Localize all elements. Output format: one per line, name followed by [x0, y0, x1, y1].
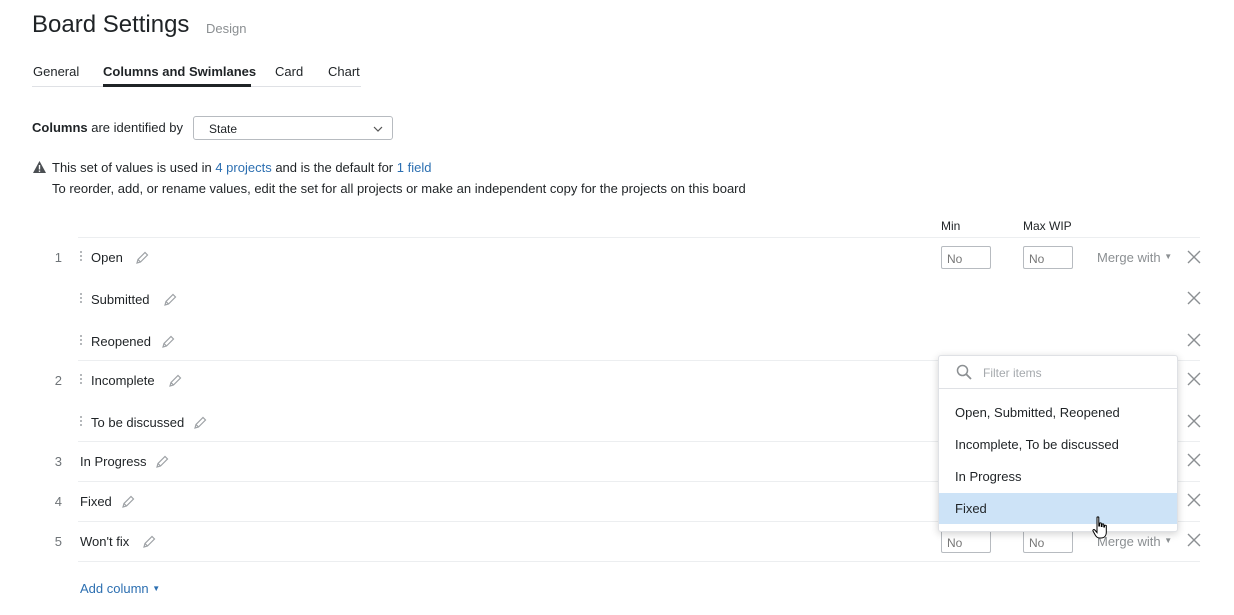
shared-values-notice: This set of values is used in 4 projects…: [52, 160, 431, 175]
column-field-select[interactable]: State: [193, 116, 393, 140]
field-link[interactable]: 1 field: [397, 160, 432, 175]
min-input[interactable]: [941, 246, 991, 269]
value-label: To be discussed: [91, 415, 185, 430]
close-icon[interactable]: [1187, 372, 1201, 386]
tab-general[interactable]: General: [33, 64, 79, 79]
notice-text-1: This set of values is used in: [52, 160, 212, 175]
drag-handle-icon[interactable]: [80, 335, 83, 347]
settings-tabs: General Columns and Swimlanes Card Chart: [32, 64, 361, 87]
pencil-icon[interactable]: [142, 535, 156, 549]
caret-down-icon: ▼: [1164, 536, 1173, 545]
merge-option[interactable]: Open, Submitted, Reopened: [939, 397, 1177, 428]
value-label: Submitted: [91, 292, 150, 307]
pencil-icon[interactable]: [155, 455, 169, 469]
chevron-down-icon: [373, 126, 383, 132]
drag-handle-icon[interactable]: [80, 374, 83, 386]
close-icon[interactable]: [1187, 533, 1201, 547]
column-number: 2: [54, 373, 62, 388]
pencil-icon[interactable]: [121, 495, 135, 509]
merge-with-dropdown: Open, Submitted, Reopened Incomplete, To…: [938, 355, 1178, 532]
column-field-value: State: [209, 122, 238, 136]
column-number: 3: [54, 454, 62, 469]
drag-handle-icon[interactable]: [80, 416, 83, 428]
notice-instructions: To reorder, add, or rename values, edit …: [52, 181, 746, 196]
value-label: In Progress: [80, 454, 147, 469]
columns-label-bold: Columns: [32, 120, 88, 135]
hand-cursor-icon: [1092, 516, 1107, 539]
filter-items-input[interactable]: [983, 364, 1163, 382]
pencil-icon[interactable]: [168, 374, 182, 388]
projects-link[interactable]: 4 projects: [215, 160, 271, 175]
close-icon[interactable]: [1187, 414, 1201, 428]
column-number: 1: [54, 250, 62, 265]
merge-with-label: Merge with: [1097, 250, 1161, 265]
close-icon[interactable]: [1187, 333, 1201, 347]
tab-card[interactable]: Card: [275, 64, 303, 79]
value-label: Won't fix: [80, 534, 130, 549]
min-header: Min: [941, 219, 961, 233]
merge-option[interactable]: Incomplete, To be discussed: [939, 429, 1177, 460]
column-number: 4: [54, 494, 62, 509]
columns-identified-by-label: Columns are identified by: [32, 120, 183, 135]
tab-chart[interactable]: Chart: [328, 64, 360, 79]
pencil-icon[interactable]: [161, 335, 175, 349]
close-icon[interactable]: [1187, 493, 1201, 507]
drag-handle-icon[interactable]: [80, 251, 83, 263]
merge-option-hovered[interactable]: Fixed: [939, 493, 1177, 524]
warning-icon: [33, 161, 46, 173]
add-column-label: Add column: [80, 581, 149, 596]
caret-down-icon: ▼: [152, 584, 161, 593]
active-tab-indicator: [103, 84, 251, 87]
caret-down-icon: ▼: [1164, 252, 1173, 261]
identified-by-text: are identified by: [91, 120, 184, 135]
row-divider: [78, 237, 1200, 238]
pencil-icon[interactable]: [135, 251, 149, 265]
notice-text-2: and is the default for: [275, 160, 394, 175]
value-label: Reopened: [91, 334, 151, 349]
max-wip-header: Max WIP: [1023, 219, 1072, 233]
merge-option[interactable]: In Progress: [939, 461, 1177, 492]
filter-search-box: [939, 356, 1177, 389]
search-icon: [956, 364, 972, 380]
page-title: Board Settings: [32, 11, 190, 38]
value-label: Incomplete: [91, 373, 155, 388]
row-divider: [78, 561, 1200, 562]
tab-columns-and-swimlanes[interactable]: Columns and Swimlanes: [103, 64, 256, 79]
pencil-icon[interactable]: [163, 293, 177, 307]
close-icon[interactable]: [1187, 453, 1201, 467]
close-icon[interactable]: [1187, 291, 1201, 305]
merge-with-button[interactable]: Merge with ▼: [1097, 250, 1172, 265]
value-label: Open: [91, 250, 123, 265]
max-wip-input[interactable]: [1023, 530, 1073, 553]
project-name: Design: [206, 21, 247, 36]
add-column-button[interactable]: Add column ▼: [80, 581, 160, 596]
column-number: 5: [54, 534, 62, 549]
min-input[interactable]: [941, 530, 991, 553]
close-icon[interactable]: [1187, 250, 1201, 264]
value-label: Fixed: [80, 494, 112, 509]
pencil-icon[interactable]: [193, 416, 207, 430]
drag-handle-icon[interactable]: [80, 293, 83, 305]
max-wip-input[interactable]: [1023, 246, 1073, 269]
